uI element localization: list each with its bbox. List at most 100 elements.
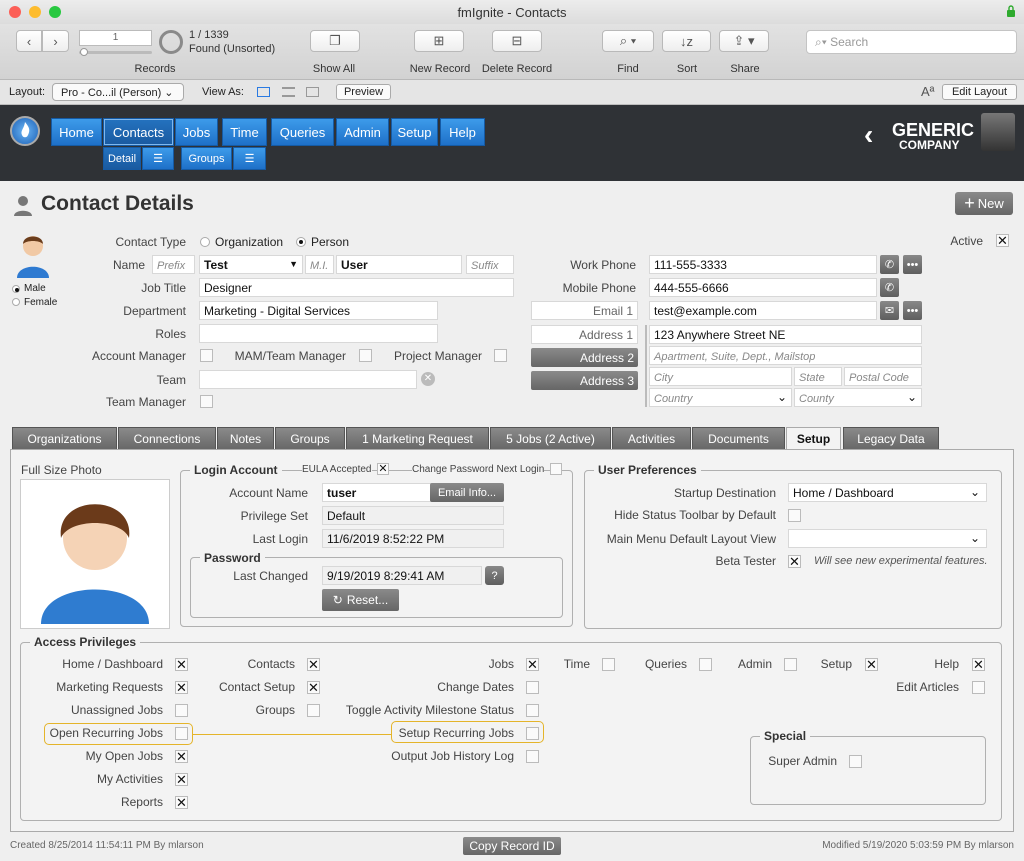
nav-admin[interactable]: Admin xyxy=(336,118,389,146)
access-contact-setup-checkbox[interactable]: ✕ xyxy=(307,681,320,694)
mi-field[interactable]: M.I. xyxy=(305,255,334,274)
tab-legacy-data[interactable]: Legacy Data xyxy=(843,427,939,449)
list-view-icon[interactable] xyxy=(282,87,295,97)
envelope-icon[interactable]: ✉ xyxy=(880,301,899,320)
preview-button[interactable]: Preview xyxy=(336,84,391,100)
access-setup-recurring-jobs-checkbox[interactable] xyxy=(526,727,539,740)
text-format-icon[interactable]: Aª xyxy=(921,84,934,99)
access-queries-checkbox[interactable] xyxy=(699,658,712,671)
main-menu-view-select[interactable]: ⌄ xyxy=(788,529,987,548)
country-field[interactable]: Country ⌄ xyxy=(649,388,792,407)
show-all-button[interactable]: ❐ xyxy=(310,30,360,52)
work-phone-field[interactable]: 111-555-3333 xyxy=(649,255,877,274)
clear-icon[interactable]: ✕ xyxy=(421,372,435,386)
startup-destination-select[interactable]: Home / Dashboard ⌄ xyxy=(788,483,987,502)
female-radio[interactable] xyxy=(12,298,20,306)
reset-password-button[interactable]: ↻ Reset... xyxy=(322,589,399,611)
access-time-checkbox[interactable] xyxy=(602,658,615,671)
tab-5-jobs-2-active[interactable]: 5 Jobs (2 Active) xyxy=(490,427,611,449)
job-title-field[interactable]: Designer xyxy=(199,278,514,297)
help-icon[interactable]: ? xyxy=(485,566,504,585)
department-field[interactable]: Marketing - Digital Services xyxy=(199,301,438,320)
access-reports-checkbox[interactable]: ✕ xyxy=(175,796,188,809)
project-manager-checkbox[interactable] xyxy=(494,349,507,362)
account-name-field[interactable]: tuser xyxy=(322,483,432,502)
nav-time[interactable]: Time xyxy=(222,118,267,146)
dropdown-arrow-icon[interactable]: ▼ xyxy=(289,259,298,269)
male-radio[interactable] xyxy=(12,285,20,293)
mobile-phone-field[interactable]: 444-555-6666 xyxy=(649,278,877,297)
tab-1-marketing-request[interactable]: 1 Marketing Request xyxy=(346,427,489,449)
address1-tab[interactable]: Address 1 xyxy=(531,325,638,344)
sub-tab-groups[interactable]: Groups xyxy=(181,147,232,170)
team-manager-checkbox[interactable] xyxy=(200,395,213,408)
access-marketing-requests-checkbox[interactable]: ✕ xyxy=(175,681,188,694)
mam-checkbox[interactable] xyxy=(359,349,372,362)
access-change-dates-checkbox[interactable] xyxy=(526,681,539,694)
prefix-field[interactable]: Prefix xyxy=(152,255,195,274)
access-open-recurring-jobs-checkbox[interactable] xyxy=(175,727,188,740)
organization-radio[interactable] xyxy=(200,237,210,247)
record-slider[interactable] xyxy=(79,51,152,54)
hide-toolbar-checkbox[interactable] xyxy=(788,509,801,522)
prev-record-button[interactable]: ‹ xyxy=(16,30,42,52)
copy-record-id-button[interactable]: Copy Record ID xyxy=(463,837,561,855)
email-info-button[interactable]: Email Info... xyxy=(430,483,504,502)
access-edit-articles-checkbox[interactable] xyxy=(972,681,985,694)
nav-home[interactable]: Home xyxy=(51,118,102,146)
access-home-dashboard-checkbox[interactable]: ✕ xyxy=(175,658,188,671)
new-contact-button[interactable]: + New xyxy=(955,192,1013,215)
tab-activities[interactable]: Activities xyxy=(612,427,691,449)
tab-notes[interactable]: Notes xyxy=(217,427,274,449)
user-avatar[interactable] xyxy=(981,113,1015,151)
nav-jobs[interactable]: Jobs xyxy=(175,118,218,146)
layout-select[interactable]: Pro - Co...il (Person) ⌄ xyxy=(52,83,184,101)
tab-connections[interactable]: Connections xyxy=(118,427,216,449)
access-contacts-checkbox[interactable]: ✕ xyxy=(307,658,320,671)
record-number-input[interactable]: 1 xyxy=(79,30,152,46)
change-password-checkbox[interactable] xyxy=(550,463,562,475)
access-toggle-activity-milestone-status-checkbox[interactable] xyxy=(526,704,539,717)
search-field[interactable]: ⌕▾ Search xyxy=(806,30,1017,54)
phone-icon[interactable]: ✆ xyxy=(880,255,899,274)
access-unassigned-jobs-checkbox[interactable] xyxy=(175,704,188,717)
access-setup-checkbox[interactable]: ✕ xyxy=(865,658,878,671)
next-record-button[interactable]: › xyxy=(42,30,69,52)
record-slider-thumb[interactable] xyxy=(80,48,88,56)
edit-layout-button[interactable]: Edit Layout xyxy=(942,84,1017,100)
last-name-field[interactable]: User xyxy=(336,255,462,274)
list-icon[interactable]: ☰ xyxy=(142,147,174,170)
share-button[interactable]: ⇪ ▾ xyxy=(719,30,769,52)
state-field[interactable]: State xyxy=(794,367,842,386)
new-record-button[interactable]: ⊞ xyxy=(414,30,464,52)
active-checkbox[interactable]: ✕ xyxy=(996,234,1009,247)
email-field[interactable]: test@example.com xyxy=(649,301,877,320)
super-admin-checkbox[interactable] xyxy=(849,755,862,768)
first-name-field[interactable]: Test ▼ xyxy=(199,255,303,274)
fmignite-logo-icon[interactable] xyxy=(10,116,40,146)
access-groups-checkbox[interactable] xyxy=(307,704,320,717)
mobile-phone-icon[interactable]: ✆ xyxy=(880,278,899,297)
account-manager-checkbox[interactable] xyxy=(200,349,213,362)
suffix-field[interactable]: Suffix xyxy=(466,255,514,274)
eula-checkbox[interactable]: ✕ xyxy=(377,463,389,475)
email-label[interactable]: Email 1 xyxy=(531,301,638,320)
nav-queries[interactable]: Queries xyxy=(271,118,334,146)
access-help-checkbox[interactable]: ✕ xyxy=(972,658,985,671)
delete-record-button[interactable]: ⊟ xyxy=(492,30,542,52)
form-view-icon[interactable] xyxy=(257,87,270,97)
more-icon[interactable]: ••• xyxy=(903,255,922,274)
access-output-job-history-log-checkbox[interactable] xyxy=(526,750,539,763)
tab-groups[interactable]: Groups xyxy=(275,427,345,449)
access-admin-checkbox[interactable] xyxy=(784,658,797,671)
beta-tester-checkbox[interactable]: ✕ xyxy=(788,555,801,568)
find-button[interactable]: ⌕ ▾ xyxy=(602,30,654,52)
contact-photo[interactable] xyxy=(20,479,170,629)
email-more-icon[interactable]: ••• xyxy=(903,301,922,320)
access-my-open-jobs-checkbox[interactable]: ✕ xyxy=(175,750,188,763)
roles-field[interactable] xyxy=(199,324,438,343)
sort-button[interactable]: ↓z xyxy=(662,30,711,52)
nav-contacts[interactable]: Contacts xyxy=(103,118,174,146)
street-field[interactable]: 123 Anywhere Street NE xyxy=(649,325,922,344)
tab-setup[interactable]: Setup xyxy=(786,427,841,450)
